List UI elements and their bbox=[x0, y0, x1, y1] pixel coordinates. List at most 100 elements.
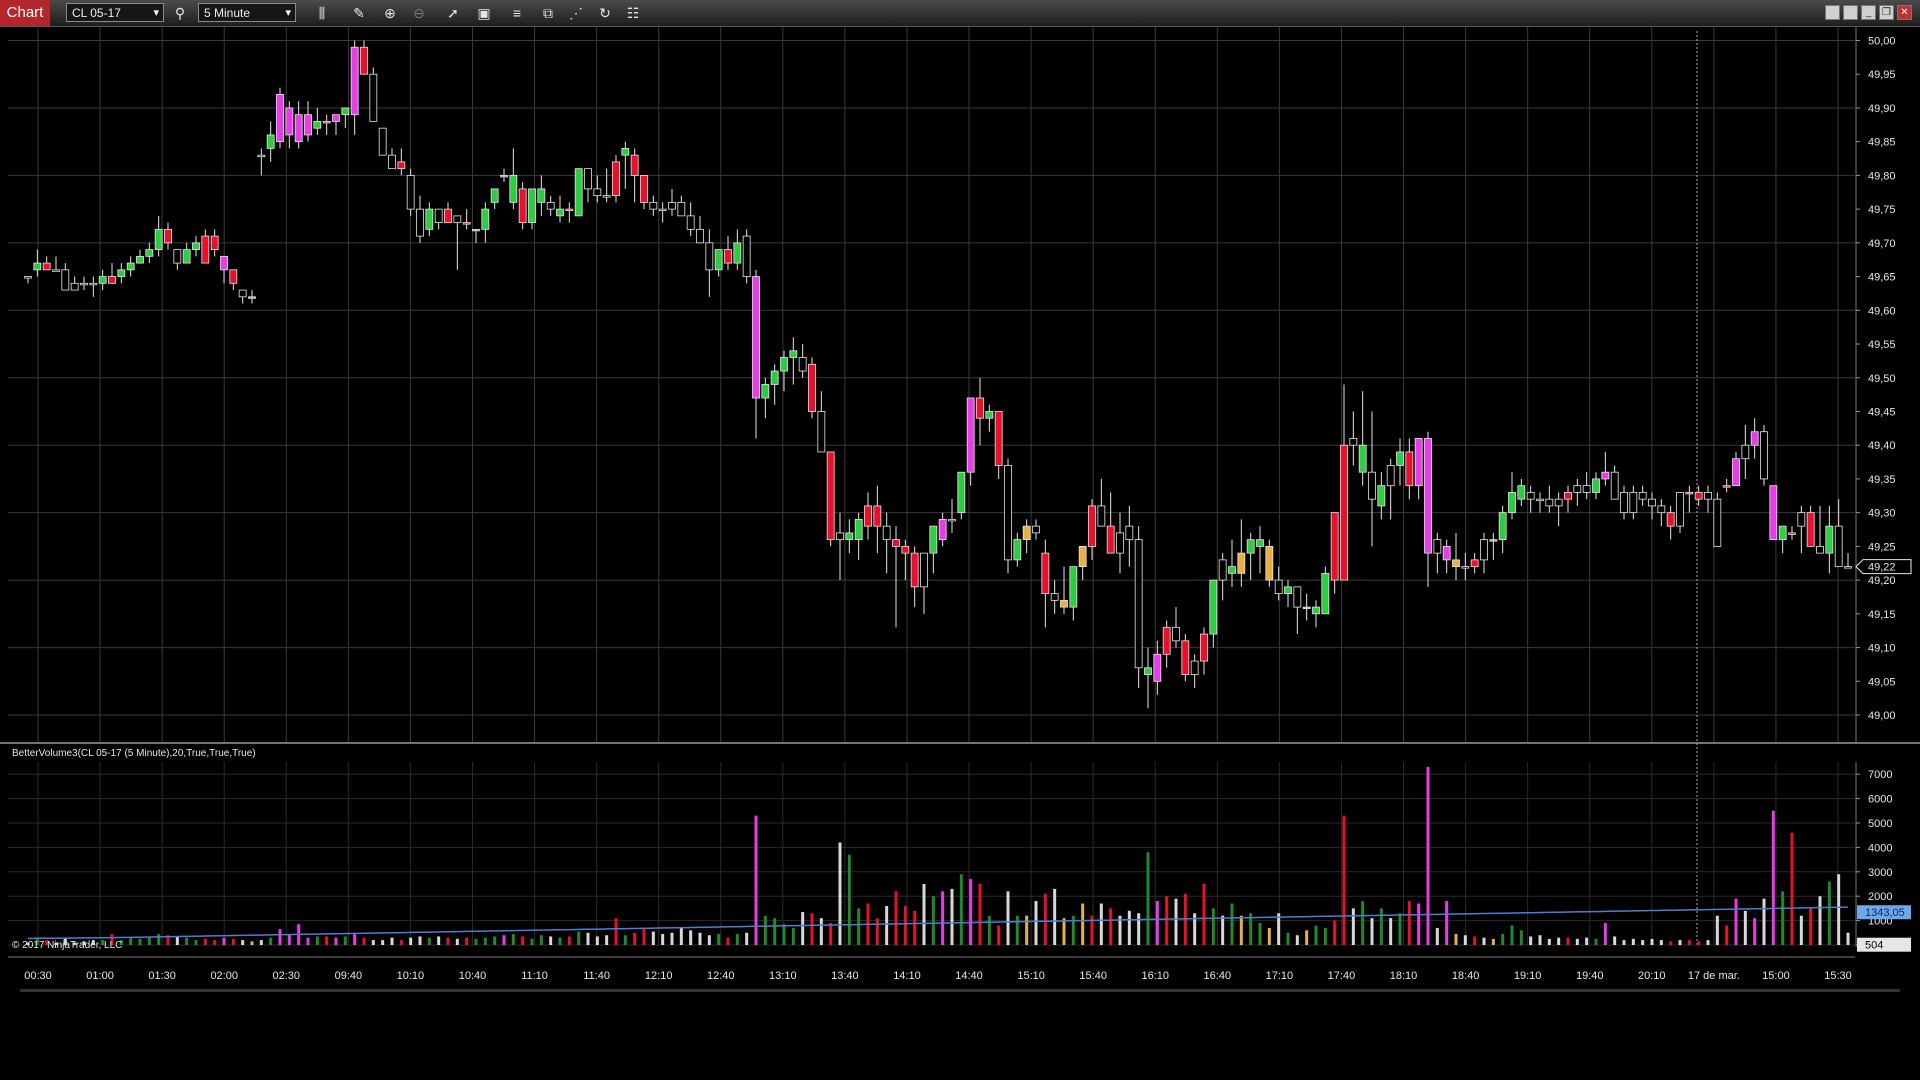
volume-tick-label: 6000 bbox=[1868, 794, 1892, 806]
price-tick-label: 49,10 bbox=[1868, 643, 1896, 655]
refresh-icon[interactable]: ↻ bbox=[595, 3, 615, 23]
instrument-select[interactable]: CL 05-17 ▾ bbox=[66, 3, 164, 22]
candle-body bbox=[1694, 492, 1703, 500]
minimize-icon[interactable]: _ bbox=[1861, 5, 1876, 20]
candle-body bbox=[444, 208, 452, 224]
pointer-icon[interactable]: ➚ bbox=[443, 3, 463, 23]
pencil-icon[interactable]: ✎ bbox=[349, 3, 369, 23]
indicators-icon[interactable]: ≡ bbox=[507, 3, 527, 23]
close-icon[interactable]: ✕ bbox=[1897, 5, 1912, 20]
time-tick-label: 16:10 bbox=[1141, 970, 1169, 982]
candle-body bbox=[1396, 451, 1404, 466]
chart-tab[interactable]: Chart bbox=[0, 0, 50, 26]
properties-icon[interactable]: ▣ bbox=[474, 3, 494, 23]
time-tick-label: 10:10 bbox=[397, 970, 425, 982]
time-tick-label: 13:10 bbox=[769, 970, 797, 982]
candle-body bbox=[266, 134, 275, 149]
time-tick-label: 01:30 bbox=[148, 970, 176, 982]
candle-body bbox=[556, 208, 564, 217]
candle-body bbox=[1330, 512, 1339, 581]
candle-body bbox=[621, 148, 630, 156]
candle-body bbox=[360, 46, 368, 75]
candle-body bbox=[378, 127, 387, 156]
search-icon[interactable]: ⚲ bbox=[170, 3, 190, 23]
candle-body bbox=[677, 201, 686, 217]
candle-body bbox=[602, 195, 611, 198]
price-tick-label: 49,20 bbox=[1868, 575, 1896, 587]
price-tick-label: 49,55 bbox=[1868, 339, 1896, 351]
candle-body bbox=[117, 269, 126, 277]
candle-body bbox=[1312, 606, 1320, 615]
candle-body bbox=[976, 397, 984, 419]
candle-body bbox=[1069, 566, 1078, 608]
candle-body bbox=[537, 188, 546, 203]
candle-body bbox=[1526, 492, 1535, 500]
candle-body bbox=[425, 208, 434, 230]
candle-body bbox=[1442, 545, 1451, 561]
price-tick-label: 49,65 bbox=[1868, 272, 1896, 284]
candle-body bbox=[742, 235, 751, 277]
zoom-out-icon[interactable]: ⊖ bbox=[409, 3, 429, 23]
candle-body bbox=[780, 357, 788, 372]
horizontal-scrollbar[interactable] bbox=[20, 989, 1900, 992]
drawing-tools-icon[interactable]: ⋰ bbox=[566, 3, 586, 23]
price-tick-label: 49,30 bbox=[1868, 508, 1896, 520]
maximize-icon[interactable] bbox=[1843, 5, 1858, 20]
candle-body bbox=[1461, 566, 1470, 569]
time-tick-label: 17 de mar. bbox=[1688, 970, 1740, 982]
chevron-down-icon: ▾ bbox=[285, 7, 291, 19]
time-tick-label: 11:10 bbox=[521, 970, 548, 982]
time-tick-label: 18:10 bbox=[1390, 970, 1418, 982]
candle-body bbox=[98, 276, 107, 284]
candle-body bbox=[1769, 485, 1778, 541]
time-tick-label: 13:40 bbox=[831, 970, 859, 982]
candle-body bbox=[1302, 606, 1311, 609]
candle-body bbox=[33, 262, 42, 271]
time-tick-label: 15:10 bbox=[1017, 970, 1045, 982]
candle-body bbox=[1545, 498, 1554, 507]
candle-body bbox=[1144, 667, 1152, 675]
time-tick-label: 02:00 bbox=[210, 970, 238, 982]
bar-type-icon[interactable]: ⫼ bbox=[312, 3, 332, 23]
candle-body bbox=[1256, 539, 1264, 547]
candle-body bbox=[770, 370, 779, 385]
time-tick-label: 15:30 bbox=[1824, 970, 1852, 982]
candle-body bbox=[1480, 539, 1488, 561]
float-icon[interactable]: ❐ bbox=[1879, 5, 1894, 20]
time-tick-label: 02:30 bbox=[273, 970, 301, 982]
candle-body bbox=[434, 208, 443, 224]
candle-body bbox=[1685, 492, 1694, 495]
candle-body bbox=[574, 168, 583, 217]
avg-volume-marker: 1343,05 bbox=[1857, 905, 1911, 920]
candle-body bbox=[752, 276, 760, 399]
candle-body bbox=[546, 201, 555, 210]
restore-icon[interactable] bbox=[1825, 5, 1840, 20]
candle-body bbox=[1386, 465, 1395, 487]
candle-body bbox=[948, 519, 956, 522]
interval-select[interactable]: 5 Minute ▾ bbox=[198, 3, 296, 22]
candle-body bbox=[1508, 492, 1516, 514]
candle-body bbox=[1788, 532, 1796, 535]
candle-body bbox=[1321, 572, 1330, 615]
data-box-icon[interactable]: ☷ bbox=[623, 3, 643, 23]
candle-body bbox=[724, 249, 732, 264]
price-tick-label: 49,95 bbox=[1868, 69, 1896, 81]
chart-canvas[interactable]: 50,00 49,95 49,90 49,85 49,80 49,75 49,70 49,65… bbox=[0, 27, 1920, 1000]
candle-body bbox=[472, 228, 480, 232]
candle-body bbox=[1116, 532, 1124, 554]
time-tick-label: 19:10 bbox=[1514, 970, 1542, 982]
candle-body bbox=[42, 262, 51, 271]
zoom-in-icon[interactable]: ⊕ bbox=[380, 3, 400, 23]
candle-body bbox=[882, 525, 891, 541]
strategies-icon[interactable]: ⧉ bbox=[538, 3, 558, 23]
volume-tick-label: 2000 bbox=[1868, 891, 1892, 903]
price-tick-label: 49,40 bbox=[1868, 440, 1896, 452]
candle-body bbox=[1601, 471, 1610, 480]
candle-body bbox=[864, 505, 872, 527]
time-tick-label: 16:40 bbox=[1204, 970, 1232, 982]
candle-body bbox=[397, 161, 406, 170]
candle-body bbox=[733, 242, 742, 264]
candle-body bbox=[1340, 444, 1348, 581]
candle-body bbox=[1554, 498, 1563, 507]
candle-body bbox=[350, 46, 359, 116]
